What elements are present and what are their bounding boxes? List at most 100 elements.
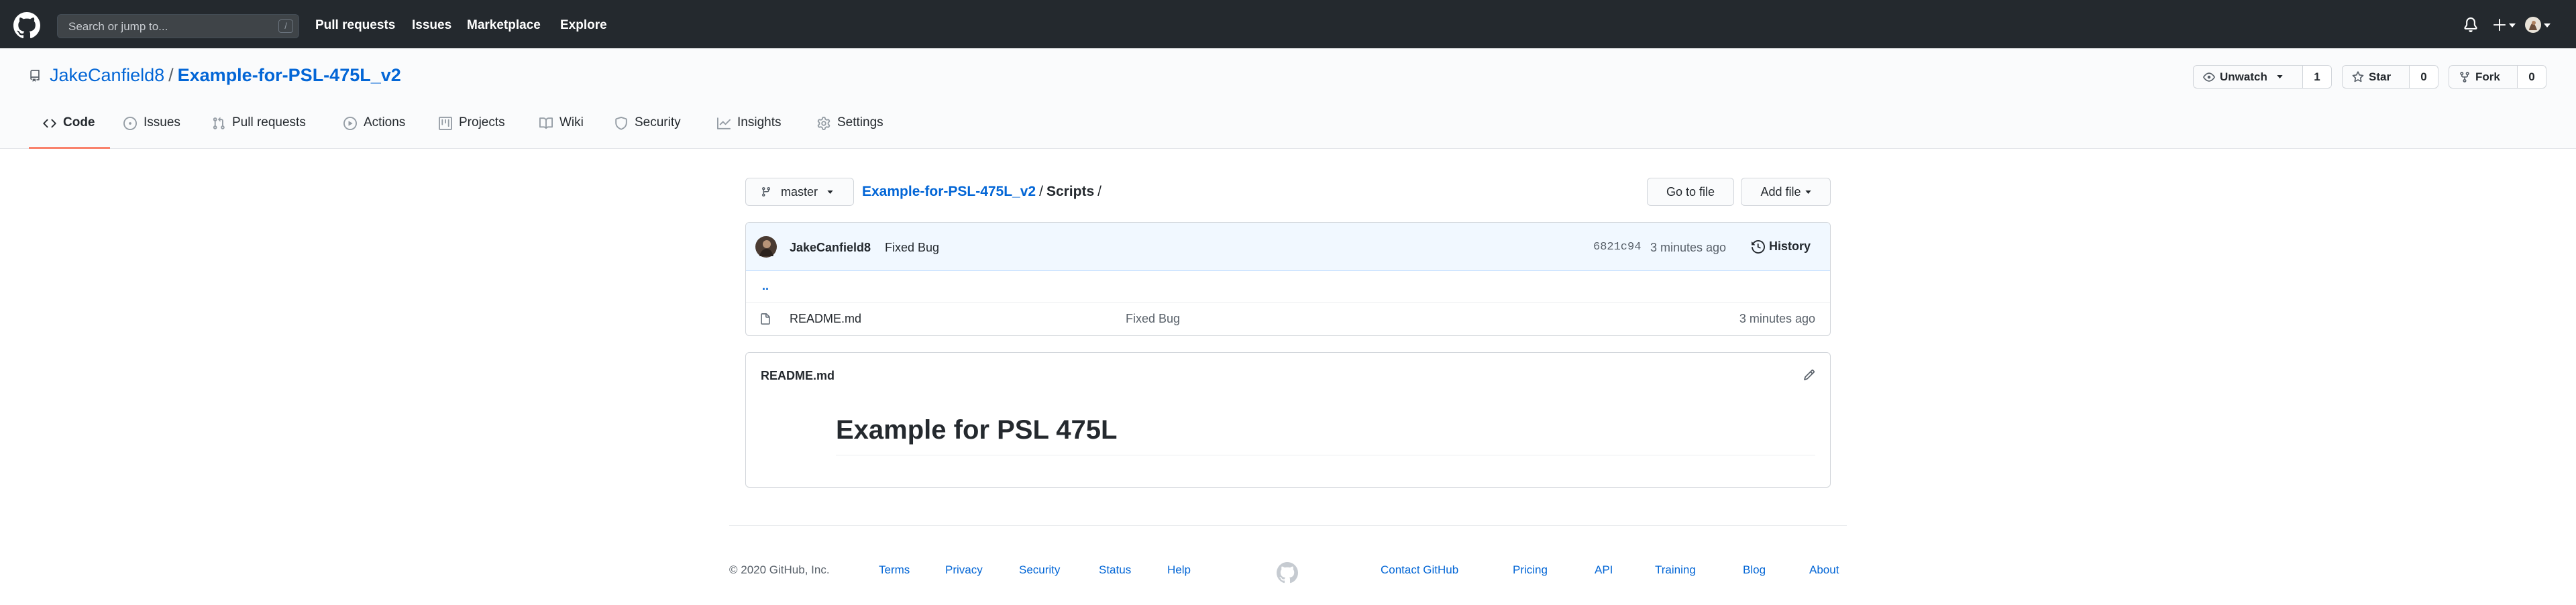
project-icon bbox=[439, 117, 452, 130]
readme-panel: README.md Example for PSL 475L bbox=[745, 352, 1831, 488]
history-link[interactable]: History bbox=[1752, 239, 1811, 254]
tab-settings[interactable]: Settings bbox=[817, 115, 883, 149]
global-header: Search or jump to... / Pull requests Iss… bbox=[0, 0, 2576, 48]
fork-count[interactable]: 0 bbox=[2517, 65, 2546, 89]
footer-link-training[interactable]: Training bbox=[1655, 563, 1696, 577]
fork-button[interactable]: Fork bbox=[2449, 65, 2518, 89]
go-to-file-label: Go to file bbox=[1666, 184, 1715, 199]
footer-copyright: © 2020 GitHub, Inc. bbox=[729, 563, 830, 576]
file-browser: JakeCanfield8 Fixed Bug 6821c94 3 minute… bbox=[745, 222, 1831, 336]
footer-link-status[interactable]: Status bbox=[1099, 563, 1131, 577]
tab-insights-label: Insights bbox=[737, 115, 782, 129]
history-label: History bbox=[1769, 239, 1811, 253]
watch-count[interactable]: 1 bbox=[2302, 65, 2332, 89]
tab-wiki[interactable]: Wiki bbox=[539, 115, 584, 149]
nav-pull-requests[interactable]: Pull requests bbox=[315, 18, 395, 33]
tab-projects[interactable]: Projects bbox=[439, 115, 505, 149]
breadcrumb-separator: / bbox=[1039, 184, 1043, 199]
file-commit-message[interactable]: Fixed Bug bbox=[1126, 312, 1180, 326]
add-file-button[interactable]: Add file bbox=[1741, 178, 1831, 206]
footer-link-pricing[interactable]: Pricing bbox=[1513, 563, 1548, 577]
avatar-chevron-down-icon bbox=[2544, 23, 2551, 28]
parent-dir-link[interactable]: .. bbox=[762, 279, 769, 293]
unwatch-button[interactable]: Unwatch bbox=[2193, 65, 2303, 89]
commit-message[interactable]: Fixed Bug bbox=[885, 241, 939, 255]
footer-link-help[interactable]: Help bbox=[1167, 563, 1191, 577]
tab-issues-label: Issues bbox=[144, 115, 180, 129]
nav-issues[interactable]: Issues bbox=[412, 18, 451, 33]
commit-author-avatar[interactable] bbox=[755, 236, 777, 258]
tab-security-label: Security bbox=[635, 115, 681, 129]
readme-heading: Example for PSL 475L bbox=[836, 415, 1118, 445]
plus-icon[interactable] bbox=[2493, 18, 2506, 32]
bell-icon[interactable] bbox=[2463, 17, 2478, 33]
file-commit-time: 3 minutes ago bbox=[1739, 312, 1815, 325]
branch-chevron-down-icon bbox=[827, 190, 833, 194]
tab-code-label: Code bbox=[63, 115, 95, 129]
readme-content: Example for PSL 475L bbox=[836, 415, 1815, 455]
pull-request-icon bbox=[213, 117, 225, 129]
repo-name-link[interactable]: Example-for-PSL-475L_v2 bbox=[178, 65, 401, 85]
unwatch-label: Unwatch bbox=[2220, 70, 2267, 83]
gear-icon bbox=[817, 117, 830, 130]
pencil-icon[interactable] bbox=[1803, 369, 1815, 381]
file-name-link[interactable]: README.md bbox=[790, 312, 861, 326]
repo-title-separator: / bbox=[168, 65, 174, 85]
tab-wiki-label: Wiki bbox=[559, 115, 584, 129]
commit-sha[interactable]: 6821c94 bbox=[1593, 241, 1641, 254]
add-file-chevron-down-icon bbox=[1805, 190, 1811, 194]
branch-name: master bbox=[781, 184, 818, 199]
shield-icon bbox=[615, 117, 627, 130]
footer-link-privacy[interactable]: Privacy bbox=[945, 563, 983, 577]
branch-icon bbox=[761, 187, 770, 197]
footer-link-blog[interactable]: Blog bbox=[1743, 563, 1766, 577]
book-icon bbox=[539, 117, 553, 129]
tab-insights[interactable]: Insights bbox=[717, 115, 781, 149]
branch-select-button[interactable]: master bbox=[745, 178, 854, 206]
repo-title: JakeCanfield8/Example-for-PSL-475L_v2 bbox=[50, 65, 401, 88]
star-count[interactable]: 0 bbox=[2409, 65, 2438, 89]
nav-marketplace[interactable]: Marketplace bbox=[467, 18, 541, 33]
go-to-file-button[interactable]: Go to file bbox=[1647, 178, 1734, 206]
unwatch-chevron-down-icon bbox=[2277, 75, 2283, 78]
footer-link-contact[interactable]: Contact GitHub bbox=[1381, 563, 1458, 577]
footer-link-terms[interactable]: Terms bbox=[879, 563, 910, 577]
footer-link-api[interactable]: API bbox=[1595, 563, 1613, 577]
search-input[interactable]: Search or jump to... / bbox=[57, 14, 299, 38]
commit-author[interactable]: JakeCanfield8 bbox=[790, 241, 871, 255]
github-logo-icon[interactable] bbox=[13, 12, 40, 39]
eye-icon bbox=[2203, 72, 2215, 82]
graph-icon bbox=[717, 117, 731, 129]
add-file-label: Add file bbox=[1760, 184, 1801, 199]
tab-security[interactable]: Security bbox=[614, 115, 681, 149]
file-icon bbox=[761, 313, 770, 325]
breadcrumb-current-dir: Scripts bbox=[1046, 184, 1095, 199]
issue-icon bbox=[123, 117, 137, 130]
repo-icon bbox=[30, 70, 40, 82]
tab-pull-requests[interactable]: Pull requests bbox=[212, 115, 306, 149]
fork-label: Fork bbox=[2475, 70, 2500, 83]
footer-link-about[interactable]: About bbox=[1809, 563, 1839, 577]
file-row[interactable]: README.md Fixed Bug 3 minutes ago bbox=[746, 303, 1830, 335]
tab-settings-label: Settings bbox=[837, 115, 883, 129]
star-icon bbox=[2352, 70, 2364, 82]
footer-github-logo-icon[interactable] bbox=[1277, 562, 1298, 584]
footer-link-security[interactable]: Security bbox=[1019, 563, 1060, 577]
star-label: Star bbox=[2369, 70, 2392, 83]
tab-pull-requests-label: Pull requests bbox=[232, 115, 306, 129]
readme-filename: README.md bbox=[761, 369, 835, 382]
tab-projects-label: Projects bbox=[459, 115, 505, 129]
footer-divider bbox=[729, 525, 1847, 526]
star-button[interactable]: Star bbox=[2342, 65, 2410, 89]
breadcrumb-repo-link[interactable]: Example-for-PSL-475L_v2 bbox=[862, 184, 1036, 199]
selected-tab-indicator bbox=[29, 147, 110, 149]
tab-issues[interactable]: Issues bbox=[123, 115, 180, 149]
repo-owner-link[interactable]: JakeCanfield8 bbox=[50, 65, 164, 85]
search-placeholder: Search or jump to... bbox=[68, 20, 168, 33]
parent-dir-row[interactable]: .. bbox=[746, 271, 1830, 303]
avatar[interactable] bbox=[2525, 17, 2541, 33]
tab-actions[interactable]: Actions bbox=[343, 115, 405, 149]
nav-explore[interactable]: Explore bbox=[560, 18, 607, 33]
breadcrumb: Example-for-PSL-475L_v2/Scripts / bbox=[862, 184, 1105, 200]
tab-code[interactable]: Code bbox=[43, 115, 95, 149]
